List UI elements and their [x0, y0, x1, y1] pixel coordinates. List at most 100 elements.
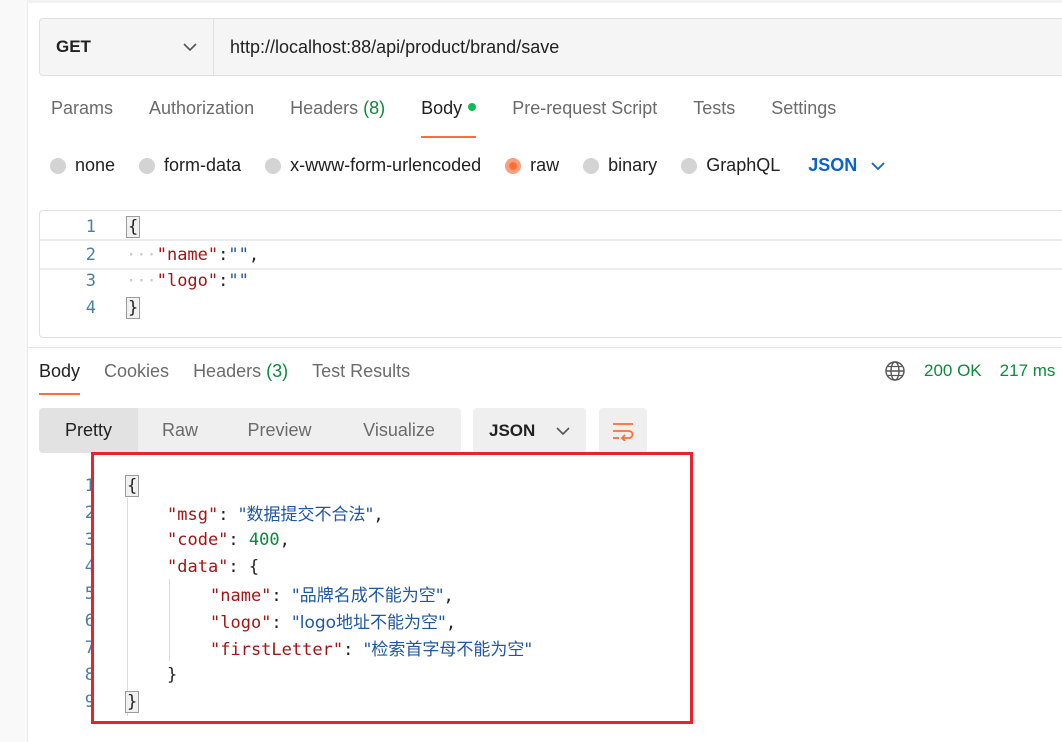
request-tabs: Params Authorization Headers (8) Body Pr… [51, 98, 872, 138]
view-raw-button[interactable]: Raw [138, 408, 222, 453]
json-key: "code" [167, 529, 229, 550]
method-label: GET [56, 37, 91, 56]
tab-pre-request-script[interactable]: Pre-request Script [512, 98, 657, 138]
radio-icon [583, 157, 600, 174]
radio-icon [265, 157, 282, 174]
tab-response-body[interactable]: Body [39, 361, 81, 395]
editor-line: 4 } [40, 294, 1062, 321]
line-number: 1 [84, 475, 95, 496]
json-key: "name" [156, 244, 219, 265]
json-comma: , [445, 613, 457, 633]
tab-label: Params [51, 98, 114, 118]
body-language-label: JSON [808, 155, 858, 175]
tab-authorization[interactable]: Authorization [149, 98, 254, 138]
tab-label: Cookies [104, 361, 170, 381]
url-bar: GET http://localhost:88/api/product/bran… [39, 18, 1062, 76]
tab-headers[interactable]: Headers (8) [290, 98, 385, 138]
brace: } [125, 690, 140, 713]
response-line: 3 "code": 400, [39, 526, 739, 553]
brace: { [125, 474, 140, 497]
body-type-options: none form-data x-www-form-urlencoded raw… [50, 155, 885, 176]
tab-cookies[interactable]: Cookies [104, 361, 169, 395]
line-number: 3 [85, 270, 96, 291]
tab-response-headers[interactable]: Headers (3) [193, 361, 288, 395]
view-visualize-button[interactable]: Visualize [337, 408, 461, 453]
method-select[interactable]: GET [40, 19, 214, 75]
body-language-select[interactable]: JSON [808, 155, 885, 176]
radio-binary[interactable]: binary [583, 155, 657, 176]
editor-line: 3 ···"logo":"" [40, 267, 1062, 294]
brace: { [126, 215, 141, 238]
line-number: 2 [84, 502, 95, 523]
response-line: 6 "logo": "logo地址不能为空", [39, 607, 739, 634]
json-key: "logo" [156, 270, 219, 291]
line-code: "code": 400, [167, 529, 290, 550]
json-key: "name" [210, 586, 272, 606]
json-comma: , [373, 505, 384, 525]
tab-test-results[interactable]: Test Results [312, 361, 410, 395]
editor-line: 2 ···"name":"", [40, 239, 1062, 270]
json-value: "品牌名成不能为空" [291, 586, 444, 606]
radio-form-data[interactable]: form-data [139, 155, 241, 176]
response-line: 7 "firstLetter": "检索首字母不能为空" [39, 634, 739, 661]
chevron-down-icon [556, 426, 570, 435]
line-number: 1 [85, 216, 96, 237]
tab-tests[interactable]: Tests [693, 98, 735, 138]
line-number: 6 [84, 610, 95, 631]
tab-label: Body [39, 361, 81, 381]
line-code: ···"logo":"" [126, 270, 249, 291]
brace: { [248, 556, 260, 577]
url-input[interactable]: http://localhost:88/api/product/brand/sa… [214, 19, 1062, 75]
line-number: 2 [85, 244, 96, 265]
view-pretty-button[interactable]: Pretty [39, 408, 138, 453]
tab-body[interactable]: Body [421, 98, 477, 138]
radio-graphql[interactable]: GraphQL [681, 155, 780, 176]
status-code[interactable]: 200 OK [924, 361, 982, 381]
response-language-select[interactable]: JSON [473, 408, 586, 453]
json-key: "msg" [167, 505, 219, 525]
view-preview-button[interactable]: Preview [222, 408, 337, 453]
radio-x-www-form-urlencoded[interactable]: x-www-form-urlencoded [265, 155, 481, 176]
request-body-editor[interactable]: 1 { 2 ···"name":"", 3 ···"logo":"" 4 } [39, 210, 1062, 338]
response-body-viewer[interactable]: 1 { 2 "msg": "数据提交不合法", 3 "code": 400, 4… [39, 470, 739, 742]
line-number: 7 [84, 637, 95, 658]
tab-settings[interactable]: Settings [771, 98, 836, 138]
globe-icon[interactable] [884, 360, 906, 382]
radio-icon [139, 157, 156, 174]
wrap-lines-button[interactable] [599, 408, 647, 453]
radio-label: x-www-form-urlencoded [290, 155, 482, 175]
response-language-label: JSON [489, 420, 536, 440]
response-line: 4 "data": { [39, 553, 739, 580]
response-status: 200 OK 217 ms [884, 360, 1055, 382]
wrap-lines-icon [613, 422, 634, 441]
line-number: 9 [84, 691, 95, 712]
line-code: } [167, 665, 177, 685]
line-code: "firstLetter": "检索首字母不能为空" [210, 640, 533, 660]
radio-label: binary [608, 155, 658, 175]
line-number: 5 [84, 583, 95, 604]
radio-raw[interactable]: raw [505, 155, 559, 176]
json-value: 400 [248, 529, 280, 550]
response-line: 5 "name": "品牌名成不能为空", [39, 580, 739, 607]
line-code: { [125, 474, 140, 497]
json-key: "logo" [210, 613, 272, 633]
editor-line: 1 { [40, 213, 1062, 240]
json-key: "data" [167, 556, 229, 577]
tab-label: Tests [693, 98, 736, 118]
radio-none[interactable]: none [50, 155, 115, 176]
line-number: 4 [85, 297, 96, 318]
json-key: "firstLetter" [210, 640, 344, 660]
json-value: "检索首字母不能为空" [363, 640, 533, 660]
response-view-toggle: Pretty Raw Preview Visualize [39, 408, 461, 453]
brace: } [126, 296, 141, 319]
json-value: "" [228, 244, 249, 265]
headers-count: (3) [266, 361, 289, 381]
line-code: } [125, 690, 140, 713]
tab-params[interactable]: Params [51, 98, 113, 138]
response-time[interactable]: 217 ms [1000, 361, 1056, 381]
json-value: "logo地址不能为空" [291, 613, 446, 633]
body-indicator-dot [468, 103, 477, 111]
json-comma: , [443, 586, 454, 606]
response-line: 2 "msg": "数据提交不合法", [39, 499, 739, 526]
line-code: { [126, 215, 141, 238]
